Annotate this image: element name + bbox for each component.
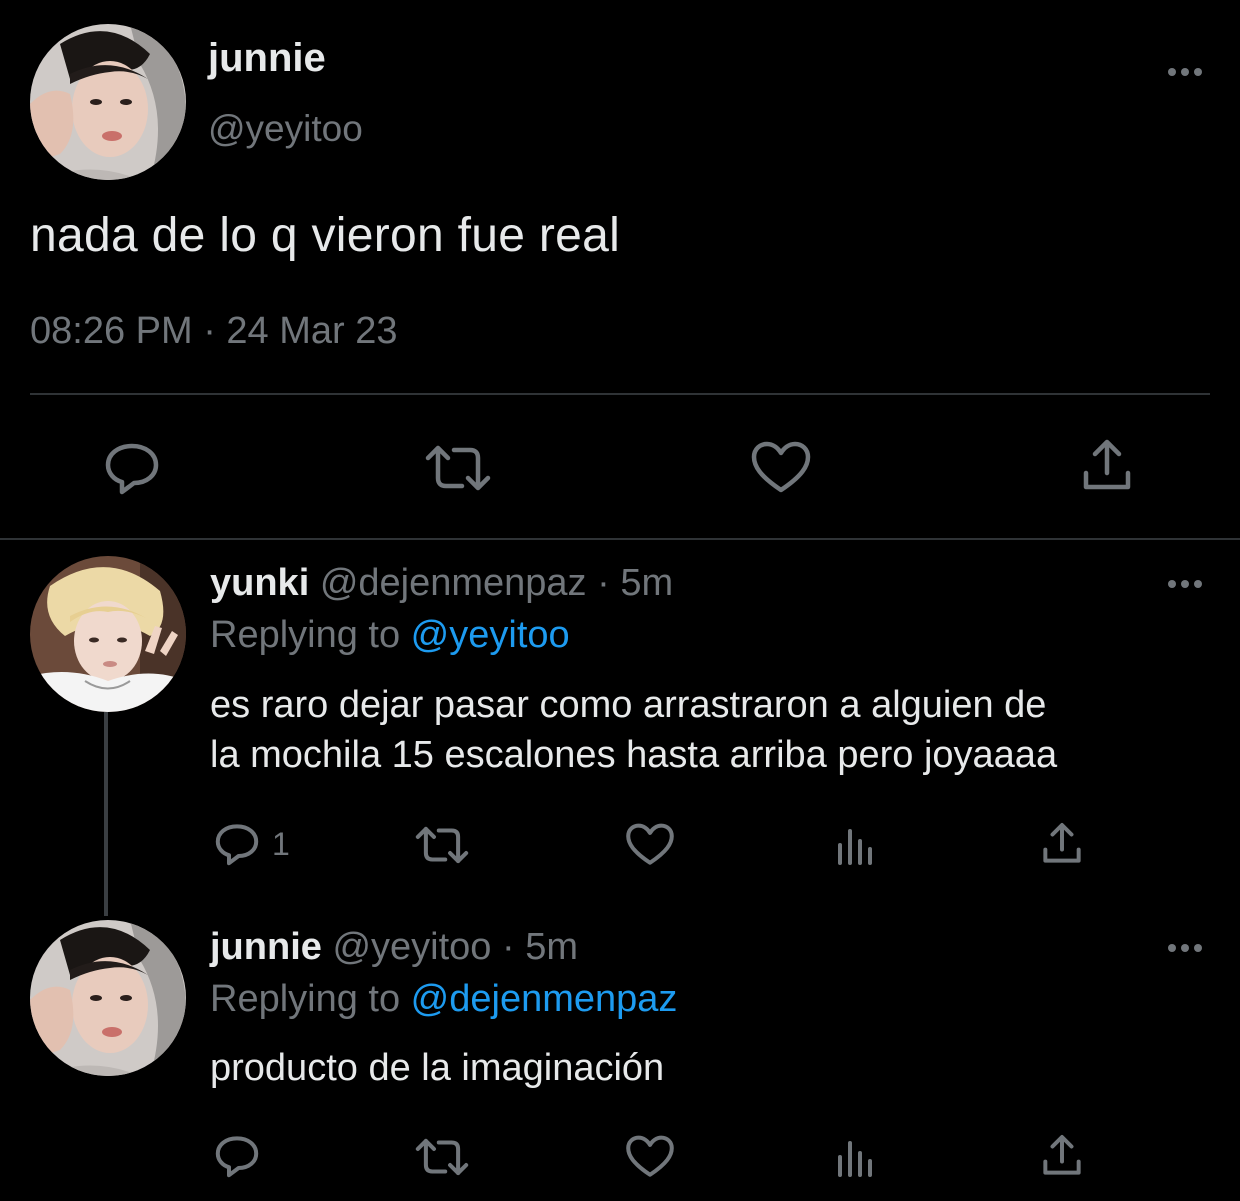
retweet-icon — [415, 1138, 469, 1176]
reply-1-like-button[interactable] — [624, 822, 676, 868]
reply-1-more-button[interactable] — [1160, 574, 1210, 594]
main-tweet-timestamp[interactable]: 08:26 PM · 24 Mar 23 — [30, 310, 398, 353]
reply-2-replying-to: Replying to @dejenmenpaz — [210, 978, 677, 1021]
reply-2-more-button[interactable] — [1160, 938, 1210, 958]
reply-2-retweet-button[interactable] — [412, 1134, 472, 1180]
avatar-junnie-reply-image — [30, 920, 186, 1076]
views-icon — [838, 829, 872, 865]
reply-1-handle-time[interactable]: @dejenmenpaz · 5m — [320, 562, 673, 604]
like-icon — [626, 823, 674, 865]
reply-2-text-line-1: producto de la imaginación — [210, 1047, 665, 1089]
reply-2-text: producto de la imaginación — [210, 1043, 664, 1093]
reply-icon — [215, 1136, 259, 1178]
dot — [1194, 580, 1202, 588]
like-icon — [626, 1135, 674, 1177]
reply-icon — [215, 824, 259, 866]
avatar-junnie-reply[interactable] — [30, 920, 186, 1076]
share-button[interactable] — [1076, 436, 1138, 496]
avatar-yunki[interactable] — [30, 556, 186, 712]
reply-icon — [105, 443, 159, 495]
reply-2-header: junnie @yeyitoo · 5m — [210, 926, 578, 969]
reply-2-mention-link[interactable]: @dejenmenpaz — [411, 978, 678, 1020]
share-icon — [1043, 1134, 1081, 1175]
reply-1-text: es raro dejar pasar como arrastraron a a… — [210, 680, 1057, 780]
share-icon — [1083, 439, 1131, 490]
reply-1-reply-button[interactable] — [212, 820, 262, 868]
reply-1-text-line-1: es raro dejar pasar como arrastraron a a… — [210, 684, 1047, 726]
retweet-button[interactable] — [420, 438, 496, 498]
dot — [1168, 68, 1176, 76]
share-icon — [1043, 822, 1081, 863]
dot — [1181, 580, 1189, 588]
avatar-junnie[interactable] — [30, 24, 186, 180]
section-divider — [0, 538, 1240, 540]
reply-1-replying-to: Replying to @yeyitoo — [210, 614, 570, 657]
reply-1-share-button[interactable] — [1038, 820, 1086, 868]
reply-2-views-button[interactable] — [832, 1136, 878, 1180]
reply-2-handle-time[interactable]: @yeyitoo · 5m — [332, 926, 578, 968]
reply-1-views-button[interactable] — [832, 824, 878, 868]
reply-2-reply-button[interactable] — [212, 1132, 262, 1180]
replying-prefix: Replying to — [210, 614, 411, 656]
views-icon — [838, 1141, 872, 1177]
like-icon — [751, 441, 811, 493]
dot — [1181, 944, 1189, 952]
main-tweet-handle[interactable]: @yeyitoo — [208, 108, 363, 150]
reply-button[interactable] — [100, 438, 164, 498]
dot — [1194, 944, 1202, 952]
main-tweet-name[interactable]: junnie — [208, 36, 326, 81]
reply-1-mention-link[interactable]: @yeyitoo — [411, 614, 570, 656]
more-options-button[interactable] — [1160, 62, 1210, 82]
retweet-icon — [415, 826, 469, 864]
dot — [1181, 68, 1189, 76]
main-tweet-text: nada de lo q vieron fue real — [30, 209, 621, 262]
divider — [30, 393, 1210, 395]
thread-connector-line — [104, 712, 108, 916]
reply-1-text-line-2: la mochila 15 escalones hasta arriba per… — [210, 734, 1058, 776]
tweet-thread-page: junnie @yeyitoo nada de lo q vieron fue … — [0, 0, 1240, 1201]
dot — [1168, 944, 1176, 952]
reply-1-name[interactable]: yunki — [210, 562, 309, 604]
like-button[interactable] — [748, 438, 814, 498]
reply-1-header: yunki @dejenmenpaz · 5m — [210, 562, 673, 605]
reply-2-name[interactable]: junnie — [210, 926, 322, 968]
reply-1-reply-count: 1 — [272, 826, 290, 862]
dot — [1168, 580, 1176, 588]
reply-2-share-button[interactable] — [1038, 1132, 1086, 1180]
reply-2-like-button[interactable] — [624, 1134, 676, 1180]
reply-1-retweet-button[interactable] — [412, 822, 472, 868]
replying-prefix: Replying to — [210, 978, 411, 1020]
retweet-icon — [425, 445, 491, 491]
avatar-junnie-image — [30, 24, 186, 180]
avatar-yunki-image — [30, 556, 186, 712]
dot — [1194, 68, 1202, 76]
